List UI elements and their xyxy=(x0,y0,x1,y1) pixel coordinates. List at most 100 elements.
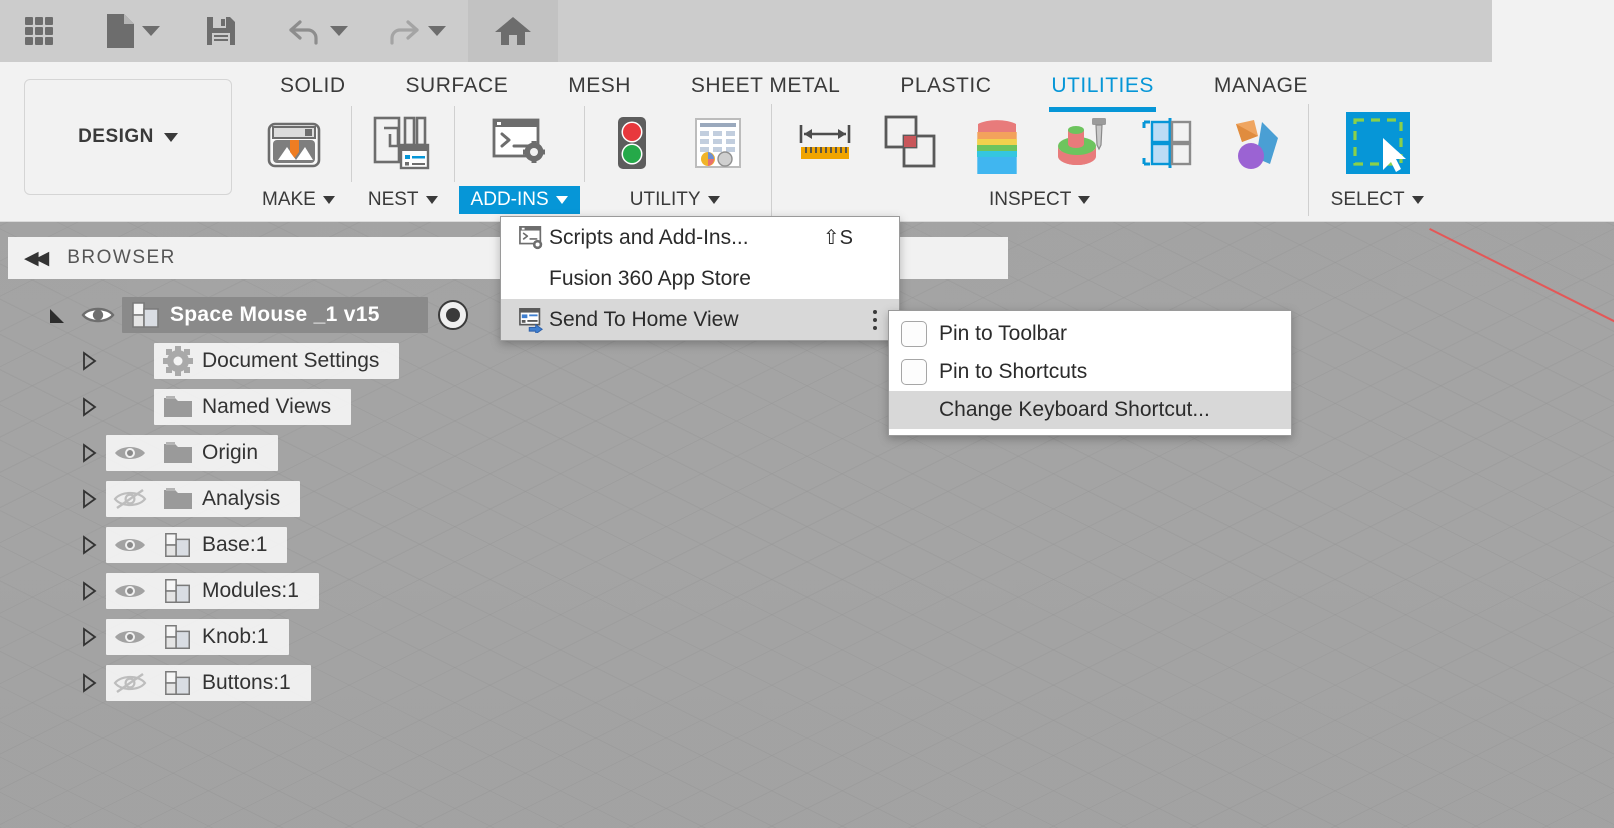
tree-row-modules[interactable]: Modules:1 xyxy=(0,568,520,614)
panel-label-select[interactable]: SELECT xyxy=(1319,186,1436,214)
expand-toggle-base[interactable] xyxy=(72,534,106,556)
workspace-selector-button[interactable]: DESIGN xyxy=(24,79,232,195)
tree-pill-named-views[interactable]: Named Views xyxy=(154,389,352,425)
menu-item-scripts-and-add-ins[interactable]: Scripts and Add-Ins... ⇧S xyxy=(501,217,899,258)
show-data-panel-button[interactable] xyxy=(10,3,68,59)
inspect-curvature-comb-button[interactable] xyxy=(1040,104,1126,182)
visibility-toggle-base[interactable] xyxy=(106,534,154,556)
tree-row-knob[interactable]: Knob:1 xyxy=(0,614,520,660)
submenu-label-pin-to-toolbar: Pin to Toolbar xyxy=(939,322,1068,345)
expand-toggle-document-settings[interactable] xyxy=(72,350,106,372)
expand-toggle-origin[interactable] xyxy=(72,442,106,464)
menu-shortcut-scripts-and-add-ins: ⇧S xyxy=(822,227,853,249)
tree-pill-origin[interactable]: Origin xyxy=(106,435,279,471)
panel-label-make[interactable]: MAKE xyxy=(250,186,347,214)
tab-plastic[interactable]: PLASTIC xyxy=(870,70,1021,102)
select-window-button[interactable] xyxy=(1334,104,1420,182)
inspect-interference-button[interactable] xyxy=(868,104,954,182)
visibility-toggle-origin[interactable] xyxy=(106,442,154,464)
expand-toggle-named-views[interactable] xyxy=(72,396,106,418)
undo-button[interactable] xyxy=(274,3,360,59)
tree-pill-analysis[interactable]: Analysis xyxy=(106,481,301,517)
tree-pill-space-mouse[interactable]: Space Mouse _1 v15 xyxy=(122,297,428,333)
utility-traffic-light-button[interactable] xyxy=(589,104,675,182)
inspect-section-analysis-button[interactable] xyxy=(954,104,1040,182)
submenu-item-pin-to-shortcuts[interactable]: Pin to Shortcuts xyxy=(889,353,1291,391)
make-3d-print-button[interactable] xyxy=(255,104,341,182)
menu-item-fusion-360-app-store[interactable]: Fusion 360 App Store xyxy=(501,258,899,299)
tree-row-space-mouse[interactable]: Space Mouse _1 v15 xyxy=(0,292,520,338)
collapse-panel-icon[interactable]: ◀◀ xyxy=(24,247,49,270)
eye-visible-icon xyxy=(115,447,145,459)
display-icon xyxy=(1235,120,1278,169)
pin-to-shortcuts-checkbox[interactable] xyxy=(901,359,927,385)
panel-label-add-ins[interactable]: ADD-INS xyxy=(458,186,580,214)
redo-chevron-down-icon[interactable] xyxy=(428,26,446,36)
chevron-down-icon xyxy=(425,196,438,204)
folder-icon xyxy=(154,440,202,466)
eye-hidden-icon xyxy=(113,489,147,509)
tree-row-document-settings[interactable]: Document Settings xyxy=(0,338,520,384)
tree-row-buttons[interactable]: Buttons:1 xyxy=(0,660,520,706)
triangle-right-icon xyxy=(83,627,97,647)
expand-toggle-buttons[interactable] xyxy=(72,672,106,694)
tree-pill-modules[interactable]: Modules:1 xyxy=(106,573,319,609)
tree-row-origin[interactable]: Origin xyxy=(0,430,520,476)
inspect-display-button[interactable] xyxy=(1212,104,1298,182)
tree-pill-buttons[interactable]: Buttons:1 xyxy=(106,665,311,701)
expand-toggle-space-mouse[interactable] xyxy=(40,304,74,326)
menu-overflow-button[interactable] xyxy=(865,299,885,340)
file-chevron-down-icon[interactable] xyxy=(142,26,160,36)
triangle-down-icon xyxy=(50,309,64,323)
quick-access-toolbar xyxy=(0,0,1614,62)
activate-component-radio[interactable] xyxy=(438,300,468,330)
tab-manage[interactable]: MANAGE xyxy=(1184,70,1338,102)
panel-label-inspect[interactable]: INSPECT xyxy=(977,186,1102,214)
tree-row-named-views[interactable]: Named Views xyxy=(0,384,520,430)
inspect-measure-button[interactable] xyxy=(782,104,868,182)
tree-label-analysis: Analysis xyxy=(202,487,281,510)
undo-chevron-down-icon[interactable] xyxy=(330,26,348,36)
folder-icon xyxy=(154,394,202,420)
panel-label-nest[interactable]: NEST xyxy=(356,186,450,214)
tab-mesh[interactable]: MESH xyxy=(538,70,661,102)
expand-toggle-knob[interactable] xyxy=(72,626,106,648)
scripts-and-addins-icon xyxy=(515,225,549,251)
visibility-toggle-analysis[interactable] xyxy=(106,487,154,511)
tab-solid[interactable]: SOLID xyxy=(250,70,376,102)
tree-pill-knob[interactable]: Knob:1 xyxy=(106,619,289,655)
panel-utility-text: UTILITY xyxy=(629,189,701,210)
menu-item-send-to-home-view[interactable]: Send To Home View xyxy=(501,299,899,340)
visibility-toggle-knob[interactable] xyxy=(106,626,154,648)
utility-spreadsheet-button[interactable] xyxy=(675,104,761,182)
pin-to-toolbar-checkbox[interactable] xyxy=(901,321,927,347)
menu-label-send-to-home-view: Send To Home View xyxy=(549,307,739,331)
tab-surface[interactable]: SURFACE xyxy=(376,70,539,102)
home-button[interactable] xyxy=(468,0,558,62)
expand-toggle-analysis[interactable] xyxy=(72,488,106,510)
inspect-component-color-cycle-button[interactable] xyxy=(1126,104,1212,182)
triangle-right-icon xyxy=(83,351,97,371)
3d-print-icon xyxy=(268,122,321,168)
visibility-toggle-modules[interactable] xyxy=(106,580,154,602)
triangle-right-icon xyxy=(83,397,97,417)
visibility-toggle-space-mouse[interactable] xyxy=(74,304,122,326)
tab-utilities[interactable]: UTILITIES xyxy=(1021,70,1184,112)
save-button[interactable] xyxy=(192,3,250,59)
submenu-item-change-keyboard-shortcut[interactable]: Change Keyboard Shortcut... xyxy=(889,391,1291,429)
redo-button[interactable] xyxy=(372,3,458,59)
tree-row-analysis[interactable]: Analysis xyxy=(0,476,520,522)
panel-label-utility[interactable]: UTILITY xyxy=(618,186,732,214)
visibility-toggle-buttons[interactable] xyxy=(106,671,154,695)
file-menu-button[interactable] xyxy=(92,3,172,59)
panel-divider xyxy=(350,106,352,182)
submenu-item-pin-to-toolbar[interactable]: Pin to Toolbar xyxy=(889,315,1291,353)
chevron-down-icon xyxy=(707,196,720,204)
tab-sheet-metal[interactable]: SHEET METAL xyxy=(661,70,870,102)
tree-row-base[interactable]: Base:1 xyxy=(0,522,520,568)
tree-pill-document-settings[interactable]: Document Settings xyxy=(154,343,400,379)
tree-pill-base[interactable]: Base:1 xyxy=(106,527,288,563)
expand-toggle-modules[interactable] xyxy=(72,580,106,602)
scripts-and-addins-button[interactable] xyxy=(476,104,562,182)
nest-button[interactable] xyxy=(360,104,446,182)
